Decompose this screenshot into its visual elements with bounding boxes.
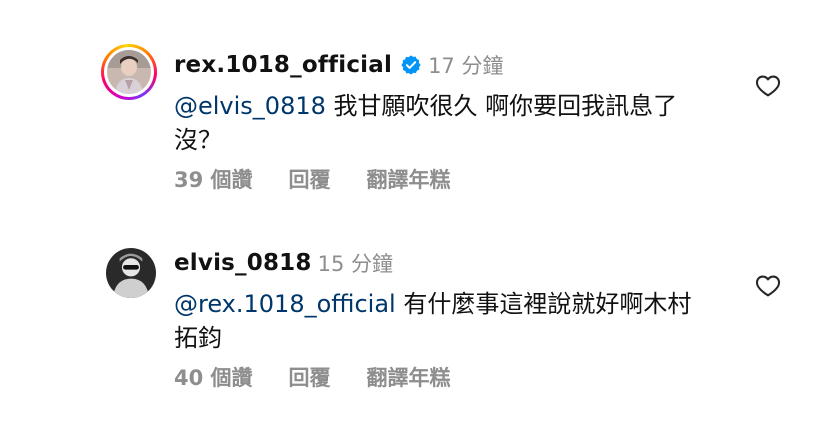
verified-badge-icon [401, 55, 421, 75]
username[interactable]: elvis_0818 [174, 250, 312, 276]
timestamp: 17 分鐘 [428, 54, 504, 78]
comment-actions: 39 個讚 回覆 翻譯年糕 [174, 164, 487, 194]
comment-text: @elvis_0818 我甘願吹很久 啊你要回我訊息了沒？ [174, 89, 714, 157]
comment-header: elvis_0818 15 分鐘 [174, 248, 393, 278]
translate-button[interactable]: 翻譯年糕 [367, 164, 451, 194]
like-count[interactable]: 40 個讚 [174, 362, 253, 392]
mention-link[interactable]: @elvis_0818 [174, 92, 326, 120]
mention-link[interactable]: @rex.1018_official [174, 290, 396, 318]
comment-header: rex.1018_official 17 分鐘 [174, 50, 503, 80]
avatar[interactable] [106, 248, 156, 298]
reply-button[interactable]: 回覆 [289, 164, 331, 194]
like-count[interactable]: 39 個讚 [174, 164, 253, 194]
comment-actions: 40 個讚 回覆 翻譯年糕 [174, 362, 487, 392]
profile-photo-icon [106, 248, 156, 298]
username[interactable]: rex.1018_official [174, 52, 392, 78]
comments-section: rex.1018_official 17 分鐘 @elvis_0818 我甘願吹… [0, 0, 828, 427]
avatar-ring-gap [104, 47, 154, 97]
timestamp: 15 分鐘 [317, 252, 393, 276]
reply-button[interactable]: 回覆 [289, 362, 331, 392]
profile-photo-icon [107, 50, 151, 94]
translate-button[interactable]: 翻譯年糕 [367, 362, 451, 392]
heart-outline-icon[interactable] [755, 273, 781, 299]
avatar[interactable] [101, 44, 157, 100]
comment-text: @rex.1018_official 有什麼事這裡說就好啊木村拓鈞 [174, 287, 714, 355]
heart-outline-icon[interactable] [755, 73, 781, 99]
